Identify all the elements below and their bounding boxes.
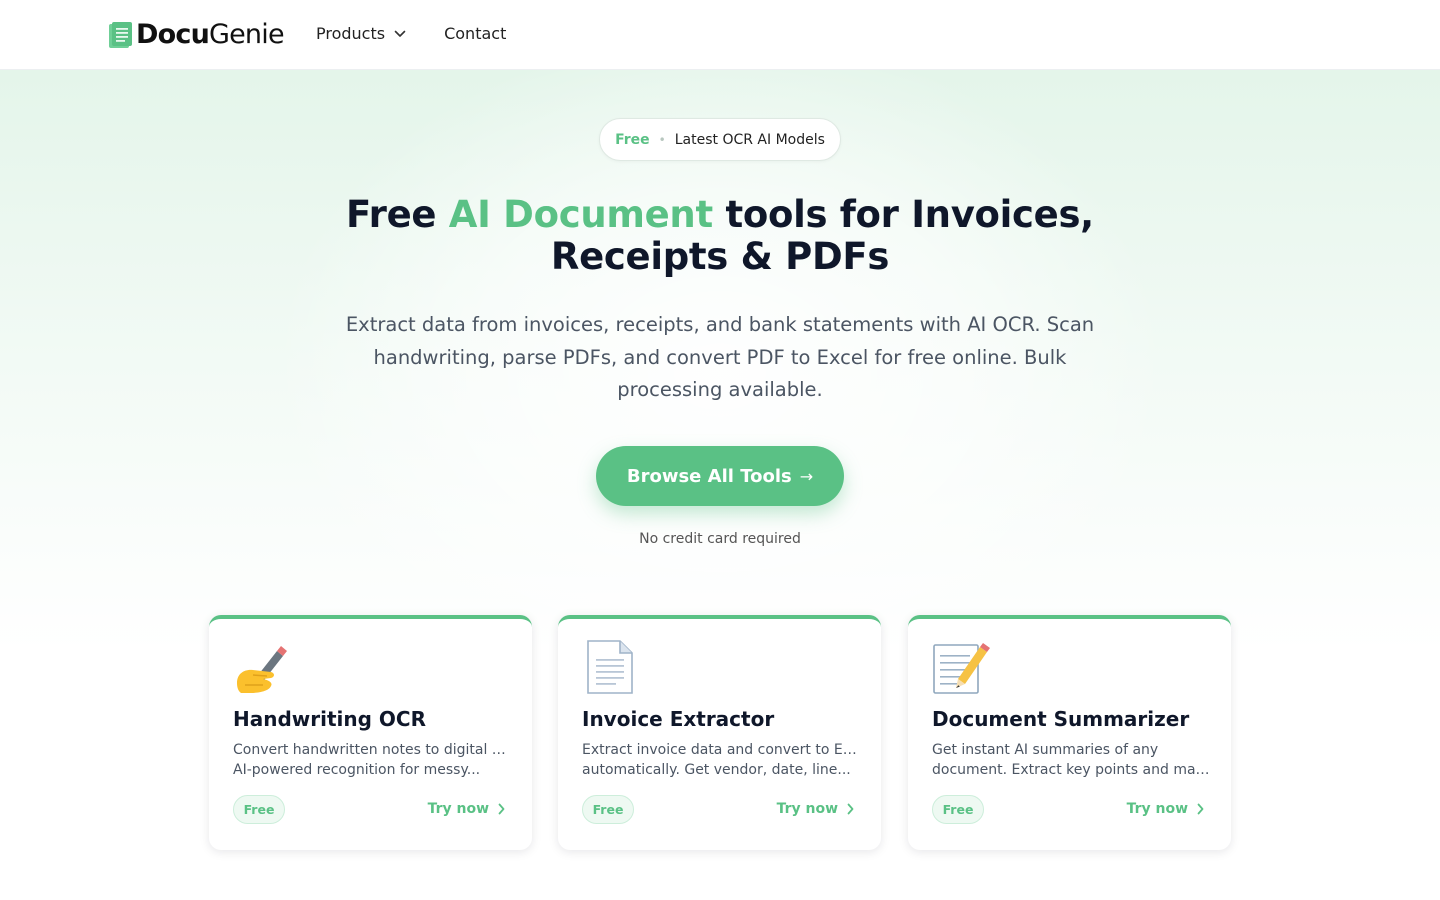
free-badge: Free — [233, 795, 285, 824]
card-description-line: automatically. Get vendor, date, line... — [582, 762, 851, 778]
site-header: DocuGenie Products Contact — [0, 0, 1440, 70]
document-icon — [587, 640, 633, 694]
hero-title: Free AI Document tools for Invoices, Rec… — [280, 194, 1160, 278]
writing-hand-icon — [237, 646, 287, 693]
memo-pencil-icon — [933, 643, 990, 694]
card-title: Handwriting OCR — [233, 707, 426, 731]
tool-card-handwriting-ocr[interactable]: Handwriting OCR Convert handwritten note… — [209, 615, 532, 850]
card-description-line: document. Extract key points and main... — [932, 762, 1210, 778]
cta-label: Browse All Tools — [626, 465, 792, 487]
pill-free-label: Free — [615, 131, 650, 148]
card-description: Get instant AI summaries of any document… — [932, 740, 1210, 780]
try-now-link[interactable]: Try now — [428, 801, 505, 817]
pill-text: Latest OCR AI Models — [674, 131, 825, 148]
chevron-right-icon — [1197, 803, 1204, 815]
logo[interactable]: DocuGenie — [108, 19, 285, 50]
no-credit-card-note: No credit card required — [639, 531, 801, 547]
hero-title-accent: AI Document — [448, 193, 713, 236]
try-now-link[interactable]: Try now — [1127, 801, 1204, 817]
pill-separator-dot: • — [658, 132, 666, 147]
tool-card-document-summarizer[interactable]: Document Summarizer Get instant AI summa… — [908, 615, 1231, 850]
nav-contact-link[interactable]: Contact — [444, 24, 506, 43]
nav-contact-label: Contact — [444, 24, 507, 43]
card-title: Invoice Extractor — [582, 707, 775, 731]
card-description: Convert handwritten notes to digital tex… — [233, 740, 511, 780]
card-title: Document Summarizer — [932, 707, 1190, 731]
logo-text-light: Genie — [209, 19, 285, 50]
chevron-right-icon — [847, 803, 854, 815]
card-description-line: Extract invoice data and convert to Exce… — [582, 742, 860, 758]
arrow-right-icon: → — [799, 466, 814, 486]
browse-all-tools-button[interactable]: Browse All Tools → — [596, 446, 844, 506]
free-badge: Free — [582, 795, 634, 824]
logo-document-icon — [109, 22, 132, 48]
tool-card-invoice-extractor[interactable]: Invoice Extractor Extract invoice data a… — [558, 615, 881, 850]
free-badge: Free — [932, 795, 984, 824]
hero-title-pre: Free — [346, 193, 449, 236]
try-now-label: Try now — [427, 801, 489, 817]
logo-text-bold: Docu — [136, 19, 210, 50]
try-now-label: Try now — [776, 801, 838, 817]
try-now-label: Try now — [1126, 801, 1188, 817]
card-description: Extract invoice data and convert to Exce… — [582, 740, 860, 780]
nav-products-label: Products — [316, 24, 386, 43]
try-now-link[interactable]: Try now — [777, 801, 854, 817]
chevron-down-icon — [394, 30, 406, 37]
chevron-right-icon — [498, 803, 505, 815]
card-description-line: AI-powered recognition for messy... — [233, 762, 481, 778]
card-description-line: Convert handwritten notes to digital tex… — [233, 742, 511, 758]
hero-announcement-pill: Free • Latest OCR AI Models — [599, 118, 841, 161]
hero-subtitle: Extract data from invoices, receipts, an… — [345, 313, 1095, 401]
nav-products-dropdown[interactable]: Products — [316, 24, 406, 43]
main-nav: Products Contact — [316, 24, 506, 43]
card-description-line: Get instant AI summaries of any — [932, 742, 1159, 758]
